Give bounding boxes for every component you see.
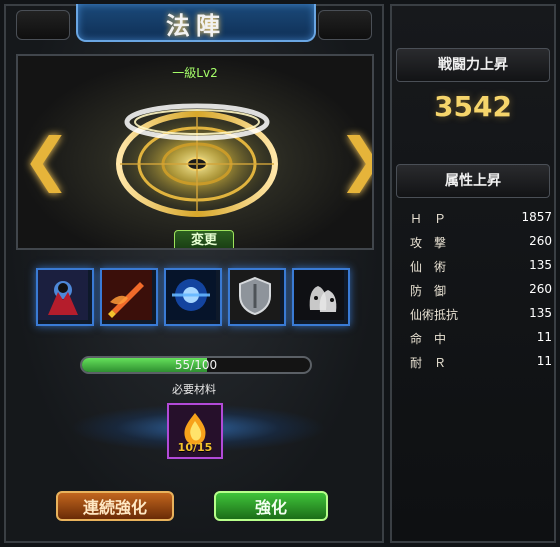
right-chevron-icon[interactable]: ❯ <box>338 124 372 194</box>
game-window: 法陣 一級Lv2 ❮ ❯ <box>0 0 560 547</box>
attribute-value: 260 <box>529 234 552 248</box>
progress-text: 55/100 <box>174 358 218 372</box>
magic-circle-graphic <box>116 103 278 217</box>
power-value: 3542 <box>434 90 512 123</box>
title-bar: 法陣 <box>76 4 316 42</box>
right-panel: 戦闘力上昇 3542 属性上昇 Ｈ Ｐ 1857 攻 撃 260 仙 術 135… <box>390 4 556 543</box>
dark-spirit-icon[interactable] <box>36 268 94 326</box>
material-slot[interactable]: 10/15 <box>167 403 223 459</box>
attribute-row: Ｈ Ｐ 1857 <box>410 210 552 234</box>
attribute-value: 260 <box>529 282 552 296</box>
attribute-name: 仙 術 <box>410 260 447 274</box>
formation-level: 一級Lv2 <box>172 66 218 80</box>
left-panel: 法陣 一級Lv2 ❮ ❯ <box>4 4 384 543</box>
continuous-enhance-button[interactable]: 連続強化 <box>56 491 174 521</box>
attribute-row: 仙術抵抗 135 <box>410 306 552 330</box>
attribute-name: Ｈ Ｐ <box>410 212 447 226</box>
power-header: 戦闘力上昇 <box>396 48 550 82</box>
attribute-row: 攻 撃 260 <box>410 234 552 258</box>
attribute-row: 耐 Ｒ 11 <box>410 354 552 378</box>
materials-label: 必要材料 <box>172 383 216 396</box>
ornament-right <box>318 10 372 40</box>
shield-icon[interactable] <box>228 268 286 326</box>
attribute-name: 攻 撃 <box>410 236 447 250</box>
attribute-row: 仙 術 135 <box>410 258 552 282</box>
left-chevron-icon[interactable]: ❮ <box>22 124 71 194</box>
formation-stage: 一級Lv2 ❮ ❯ <box>16 54 374 250</box>
attribute-value: 11 <box>536 354 552 368</box>
attribute-list: Ｈ Ｐ 1857 攻 撃 260 仙 術 135 防 御 260 仙術抵抗 13… <box>410 210 552 378</box>
ghost-duo-icon[interactable] <box>292 268 350 326</box>
page-title: 法陣 <box>166 11 226 40</box>
attribute-header: 属性上昇 <box>396 164 550 198</box>
attribute-value: 11 <box>536 330 552 344</box>
attribute-row: 防 御 260 <box>410 282 552 306</box>
attribute-value: 135 <box>529 306 552 320</box>
enhance-button[interactable]: 強化 <box>214 491 328 521</box>
attribute-name: 防 御 <box>410 284 447 298</box>
attribute-row: 命 中 11 <box>410 330 552 354</box>
skill-row <box>36 268 356 330</box>
blue-orb-icon[interactable] <box>164 268 222 326</box>
change-button[interactable]: 変更 <box>174 230 234 248</box>
attribute-name: 仙術抵抗 <box>410 308 459 322</box>
attribute-value: 135 <box>529 258 552 272</box>
flame-sword-icon[interactable] <box>100 268 158 326</box>
attribute-name: 耐 Ｒ <box>410 356 447 370</box>
attribute-value: 1857 <box>521 210 552 224</box>
ornament-left <box>16 10 70 40</box>
attribute-name: 命 中 <box>410 332 447 346</box>
material-count: 10/15 <box>177 441 213 454</box>
